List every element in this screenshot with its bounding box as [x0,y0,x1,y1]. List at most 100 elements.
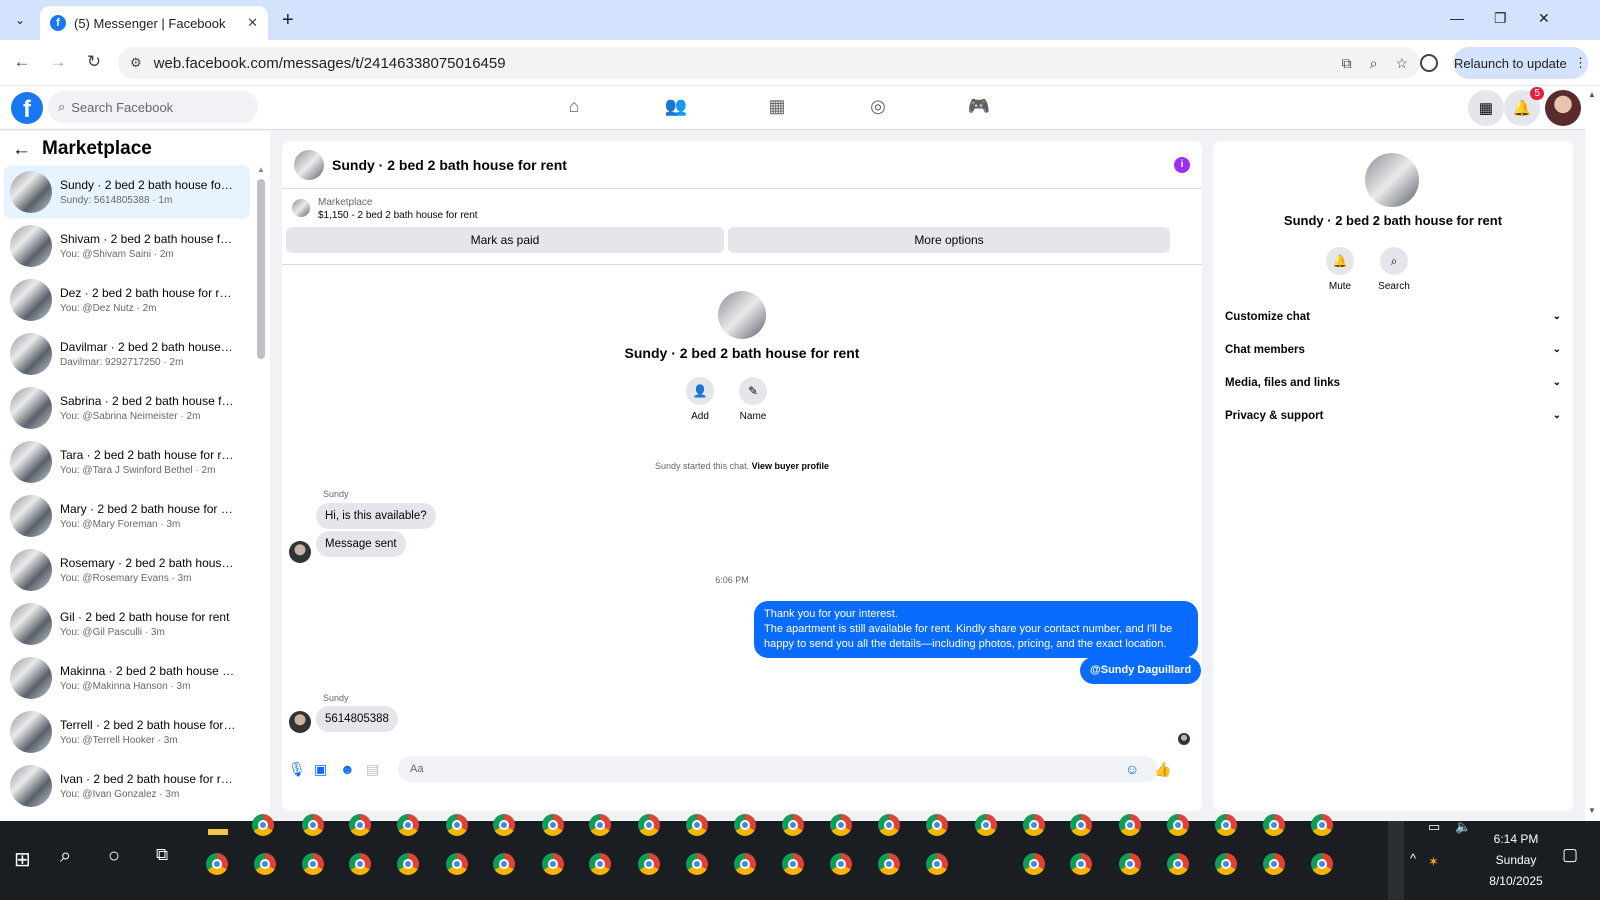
minimize-icon[interactable]: — [1450,10,1464,26]
search-input[interactable]: ⌕ Search Facebook [48,91,258,123]
network-icon[interactable]: ▭ [1428,819,1440,835]
conversation-item[interactable]: Sabrina · 2 bed 2 bath house for rent You… [4,381,250,435]
chrome-window-icon[interactable] [782,853,804,875]
sender-avatar[interactable] [289,541,311,563]
notifications-bell-icon[interactable]: 🔔 5 [1504,87,1544,126]
chrome-window-icon[interactable] [878,814,900,836]
scroll-up-arrow[interactable]: ▲ [257,165,265,174]
thumbs-up-icon[interactable]: 👍 [1154,761,1171,778]
chrome-window-icon[interactable] [638,853,660,875]
forward-icon[interactable]: → [46,52,70,72]
conversation-item[interactable]: Dez · 2 bed 2 bath house for rent You: @D… [4,273,250,327]
task-view-icon[interactable]: ⧉ [156,845,168,865]
install-app-icon[interactable]: ⧉ [1342,55,1352,72]
add-people-button[interactable]: 👤 Add [675,377,725,422]
groups-icon[interactable]: ◎ [863,96,893,117]
back-icon[interactable]: ← [10,52,34,72]
customize-chat-row[interactable]: Customize chat ⌄ [1225,311,1561,323]
account-avatar[interactable] [1545,90,1581,126]
chrome-window-icon[interactable] [542,853,564,875]
chrome-window-icon[interactable] [1215,814,1237,836]
start-icon[interactable]: ⊞ [14,847,31,872]
show-hidden-icons-icon[interactable]: ^ [1410,851,1416,866]
more-options-button[interactable]: More options [728,227,1170,253]
browser-tab[interactable]: f (5) Messenger | Facebook ✕ [40,6,268,40]
chrome-window-icon[interactable] [1167,853,1189,875]
chrome-window-icon[interactable] [1263,853,1285,875]
address-bar[interactable]: ⚙ web.facebook.com/messages/t/2414633807… [118,47,1420,79]
chrome-window-icon[interactable] [1263,814,1285,836]
conversation-item[interactable]: Davilmar · 2 bed 2 bath house for rent Da… [4,327,250,381]
chrome-window-icon[interactable] [830,814,852,836]
chrome-window-icon[interactable] [493,853,515,875]
chrome-window-icon[interactable] [686,853,708,875]
chrome-window-icon[interactable] [638,814,660,836]
chrome-window-icon[interactable] [830,853,852,875]
media-files-links-row[interactable]: Media, files and links ⌄ [1225,377,1561,389]
view-buyer-profile-link[interactable]: View buyer profile [752,461,829,471]
details-thumbnail[interactable] [1365,153,1419,207]
sticker-icon[interactable]: ☻ [340,761,355,777]
conversation-item[interactable]: Shivam · 2 bed 2 bath house for rent You:… [4,219,250,273]
conversation-item[interactable]: Makinna · 2 bed 2 bath house for rent You… [4,651,250,705]
site-info-icon[interactable]: ⚙ [130,55,142,71]
chrome-window-icon[interactable] [446,853,468,875]
gif-icon[interactable]: ▤ [366,761,379,778]
incoming-message[interactable]: 5614805388 [316,706,398,732]
chrome-window-icon[interactable] [734,853,756,875]
restore-icon[interactable]: ❐ [1494,10,1507,27]
page-scrollbar[interactable]: ▲ ▼ [1585,86,1600,821]
edit-name-button[interactable]: ✎ Name [728,377,778,422]
search-chat-button[interactable]: ⌕ Search [1371,247,1417,292]
chrome-window-icon[interactable] [206,853,228,875]
chrome-window-icon[interactable] [302,814,324,836]
conversation-item[interactable]: Rosemary · 2 bed 2 bath house for rent Yo… [4,543,250,597]
message-input[interactable]: Aa [398,756,1158,782]
profile-icon[interactable] [1420,54,1438,72]
chrome-window-icon[interactable] [975,814,997,836]
mute-button[interactable]: 🔔 Mute [1317,247,1363,292]
chrome-window-icon[interactable] [397,814,419,836]
mark-as-paid-button[interactable]: Mark as paid [286,227,724,253]
photo-icon[interactable]: ▣ [314,761,327,778]
chrome-window-icon[interactable] [252,814,274,836]
outgoing-mention[interactable]: @Sundy Daguillard [1080,657,1202,684]
chrome-window-icon[interactable] [1215,853,1237,875]
chrome-window-icon[interactable] [926,814,948,836]
close-window-icon[interactable]: ✕ [1538,10,1550,27]
chrome-window-icon[interactable] [1070,853,1092,875]
chrome-window-icon[interactable] [542,814,564,836]
file-explorer-icon[interactable]: ▬ [208,818,228,841]
chrome-window-icon[interactable] [782,814,804,836]
chrome-window-icon[interactable] [686,814,708,836]
chrome-window-icon[interactable] [349,814,371,836]
zoom-icon[interactable]: ⌕ [1370,55,1378,72]
chrome-window-icon[interactable] [493,814,515,836]
chrome-window-icon[interactable] [1119,853,1141,875]
chrome-window-icon[interactable] [302,853,324,875]
home-icon[interactable]: ⌂ [559,96,589,117]
chrome-window-icon[interactable] [926,853,948,875]
privacy-support-row[interactable]: Privacy & support ⌄ [1225,410,1561,422]
conversation-item[interactable]: Mary · 2 bed 2 bath house for rent You: @… [4,489,250,543]
incoming-message[interactable]: Hi, is this available? [316,503,436,529]
chrome-window-icon[interactable] [1023,814,1045,836]
conversation-item[interactable]: Gil · 2 bed 2 bath house for rent You: @G… [4,597,250,651]
chrome-window-icon[interactable] [589,853,611,875]
back-arrow-icon[interactable]: ← [12,139,31,161]
chat-title[interactable]: Sundy · 2 bed 2 bath house for rent [332,157,567,173]
tab-close-icon[interactable]: ✕ [247,15,258,31]
chrome-window-icon[interactable] [1119,814,1141,836]
chrome-window-icon[interactable] [446,814,468,836]
bookmark-star-icon[interactable]: ☆ [1395,55,1408,72]
listing-thumbnail[interactable] [292,199,310,217]
chrome-window-icon[interactable] [1070,814,1092,836]
conversation-item[interactable]: Terrell · 2 bed 2 bath house for rent You… [4,705,250,759]
chrome-window-icon[interactable] [1311,853,1333,875]
reload-icon[interactable]: ↻ [82,52,106,72]
chrome-window-icon[interactable] [1023,853,1045,875]
conversation-item[interactable]: Sundy · 2 bed 2 bath house for rent Sundy… [4,165,250,219]
chrome-window-icon[interactable] [878,853,900,875]
taskbar-clock[interactable]: 6:14 PM Sunday 8/10/2025 [1472,829,1560,892]
tab-search-icon[interactable]: ⌄ [8,8,32,32]
